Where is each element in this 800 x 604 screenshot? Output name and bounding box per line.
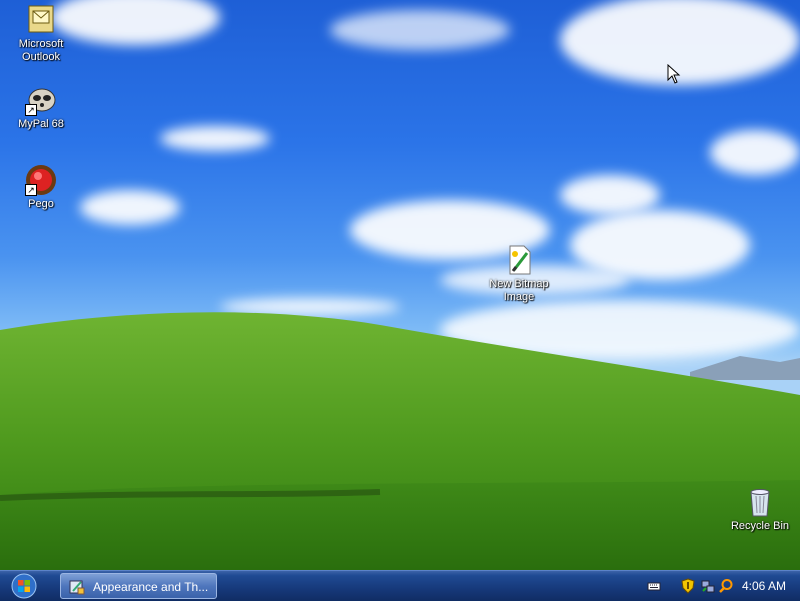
start-button[interactable] [9, 573, 39, 599]
taskbar: Appearance and Th... 4:06 AM [0, 570, 800, 601]
control-panel-icon [69, 580, 85, 595]
desktop[interactable]: Microsoft Outlook ↗ MyPal 68 ↗ Pego New … [0, 0, 800, 570]
icon-label: Outlook [22, 51, 60, 63]
taskbar-button-label: Appearance and Th... [93, 580, 209, 594]
windows-start-orb-icon [11, 573, 37, 599]
icon-label: Image [503, 291, 535, 303]
keyboard-icon[interactable] [646, 578, 662, 594]
search-icon[interactable] [718, 578, 734, 594]
mypal-icon: ↗ [25, 84, 57, 116]
desktop-icon-mypal[interactable]: ↗ MyPal 68 [1, 84, 81, 131]
recycle-bin-icon [744, 486, 776, 518]
taskbar-button-appearance[interactable]: Appearance and Th... [60, 573, 217, 599]
pego-icon: ↗ [25, 164, 57, 196]
network-icon[interactable] [700, 578, 716, 594]
icon-label: Recycle Bin [730, 520, 790, 532]
icon-label: Microsoft [18, 38, 64, 50]
mouse-cursor-icon [667, 64, 681, 84]
desktop-icon-new-bitmap[interactable]: New Bitmap Image [479, 244, 559, 304]
desktop-icon-pego[interactable]: ↗ Pego [1, 164, 81, 211]
icon-label: New Bitmap [489, 278, 549, 290]
clock[interactable]: 4:06 AM [742, 579, 786, 593]
green-hill [0, 312, 800, 570]
shortcut-arrow-icon: ↗ [25, 104, 37, 116]
shortcut-arrow-icon: ↗ [25, 184, 37, 196]
outlook-icon [25, 4, 57, 36]
icon-label: MyPal 68 [18, 118, 64, 130]
desktop-icon-outlook[interactable]: Microsoft Outlook [1, 4, 81, 64]
bitmap-file-icon [503, 244, 535, 276]
security-shield-icon[interactable] [680, 578, 696, 594]
icon-label: Pego [28, 198, 54, 210]
desktop-icon-recycle-bin[interactable]: Recycle Bin [720, 486, 800, 533]
